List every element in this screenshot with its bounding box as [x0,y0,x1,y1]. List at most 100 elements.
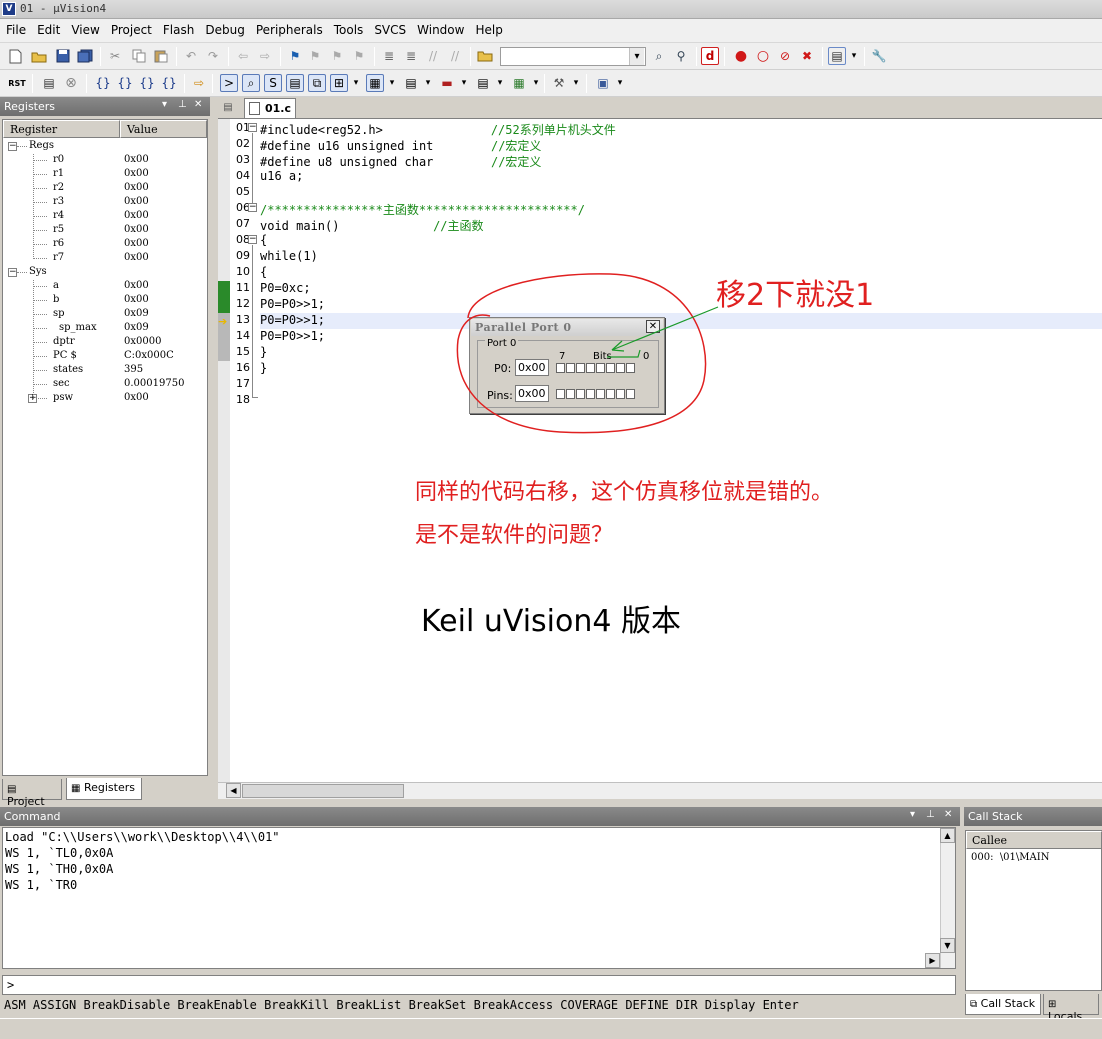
trace-window-icon[interactable]: ▤ [474,74,492,92]
find-in-files-icon[interactable] [476,47,494,65]
register-value[interactable]: 0x00 [124,238,149,249]
open-folder-icon[interactable] [30,47,48,65]
panel-menu-icon[interactable]: ▾ [910,809,915,820]
configure-icon[interactable]: 🔧 [870,47,888,65]
p0-value-field[interactable]: 0x00 [515,359,549,376]
pin-icon[interactable]: ⊥ [926,809,935,820]
p0-bit-checkbox[interactable] [586,363,595,373]
command-vertical-scrollbar[interactable]: ▲ ▼ [940,828,955,968]
register-value[interactable]: 395 [124,364,143,375]
tab-registers[interactable]: ▦ Registers [66,778,142,800]
step-over-icon[interactable]: {} [116,74,134,92]
scroll-down-icon[interactable]: ▼ [940,938,955,953]
collapse-toggle-icon[interactable]: − [8,142,17,151]
memory-dropdown-icon[interactable]: ▾ [386,74,398,92]
pins-bit-checkbox[interactable] [576,389,585,399]
nav-back-icon[interactable]: ⇦ [234,47,252,65]
disable-all-breakpoints-icon[interactable]: ⊘ [776,47,794,65]
find-icon[interactable]: ⌕ [650,47,668,65]
analysis-window-icon[interactable]: ▬ [438,74,456,92]
register-value[interactable]: 0x00 [124,154,149,165]
collapse-toggle-icon[interactable]: − [8,268,17,277]
memory-window-icon[interactable]: ▦ [366,74,384,92]
register-value[interactable]: 0x00 [124,252,149,263]
p0-bit-checkbox[interactable] [566,363,575,373]
register-value[interactable]: 0x00 [124,280,149,291]
menu-view[interactable]: View [65,19,104,37]
register-value[interactable]: 0x09 [124,308,149,319]
column-register[interactable]: Register [3,120,120,138]
command-window-icon[interactable]: > [220,74,238,92]
p0-bit-checkbox[interactable] [596,363,605,373]
toolbox-dropdown-icon[interactable]: ▾ [570,74,582,92]
code-line[interactable]: } [260,345,267,361]
register-group-0[interactable]: − Regs [3,140,207,154]
debug-windows-dropdown-icon[interactable]: ▾ [614,74,626,92]
register-value[interactable]: 0x00 [124,294,149,305]
pins-bit-checkbox[interactable] [586,389,595,399]
save-all-icon[interactable] [76,47,94,65]
tab-project[interactable]: ▤ Project [2,779,62,808]
p0-bit-checkbox[interactable] [576,363,585,373]
prev-bookmark-icon[interactable]: ⚑ [306,47,324,65]
scroll-right-icon[interactable]: ▶ [925,953,940,968]
fold-toggle-main[interactable]: − [248,235,257,244]
call-stack-window-icon[interactable]: ⧉ [308,74,326,92]
serial-dropdown-icon[interactable]: ▾ [422,74,434,92]
pins-bit-checkbox[interactable] [606,389,615,399]
code-line[interactable]: P0=P0>>1; [260,329,325,345]
horizontal-scroll-thumb[interactable] [242,784,404,798]
register-value[interactable]: 0x09 [124,322,149,333]
menu-project[interactable]: Project [105,19,157,37]
pins-bit-checkbox[interactable] [566,389,575,399]
nav-forward-icon[interactable]: ⇨ [256,47,274,65]
code-line[interactable]: #define u16 unsigned int //宏定义 [260,137,541,153]
indent-icon[interactable]: ≣ [380,47,398,65]
kill-all-breakpoints-icon[interactable]: ✖ [798,47,816,65]
tab-call-stack[interactable]: ⧉ Call Stack [965,994,1041,1015]
p0-bit-checkbox[interactable] [556,363,565,373]
register-value[interactable]: 0x00 [124,392,149,403]
disassembly-window-icon[interactable]: ⌕ [242,74,260,92]
scroll-left-icon[interactable]: ◀ [226,783,241,798]
unindent-icon[interactable]: ≣ [402,47,420,65]
code-line[interactable]: /****************主函数********************… [260,201,585,217]
pins-bit-checkbox[interactable] [556,389,565,399]
register-group-1[interactable]: − Sys [3,266,207,280]
stop-icon[interactable]: ⊗ [62,74,80,92]
register-value[interactable]: 0x00 [124,224,149,235]
dialog-close-button[interactable]: ✕ [646,320,660,333]
pin-icon[interactable]: ⊥ [178,99,187,110]
code-editor[interactable]: ➔ 01 #include<reg52.h> //52系列单片机头文件 02 #defi… [218,118,1102,783]
menu-file[interactable]: File [0,19,31,37]
menu-window[interactable]: Window [411,19,469,37]
code-line[interactable]: #define u8 unsigned char //宏定义 [260,153,541,169]
menu-svcs[interactable]: SVCS [368,19,411,37]
fold-toggle-include[interactable]: − [248,123,257,132]
new-file-icon[interactable] [6,47,24,65]
redo-icon[interactable]: ↷ [204,47,222,65]
watch-dropdown-icon[interactable]: ▾ [350,74,362,92]
watch-window-icon[interactable]: ⊞ [330,74,348,92]
menu-edit[interactable]: Edit [31,19,65,37]
show-next-statement-icon[interactable]: ⇨ [190,74,208,92]
p0-bit-checkbox[interactable] [606,363,615,373]
serial-window-icon[interactable]: ▤ [402,74,420,92]
code-line[interactable]: while(1) [260,249,318,265]
run-icon[interactable]: ▤ [40,74,58,92]
pins-bit-checkbox[interactable] [626,389,635,399]
insert-breakpoint-icon[interactable]: ● [732,47,750,65]
save-icon[interactable] [54,47,72,65]
register-value[interactable]: 0x00 [124,168,149,179]
trace-dropdown-icon[interactable]: ▾ [494,74,506,92]
paste-icon[interactable] [152,47,170,65]
comment-icon[interactable]: // [424,47,442,65]
pins-bit-checkbox[interactable] [596,389,605,399]
pins-bit-checkbox[interactable] [616,389,625,399]
cut-icon[interactable]: ✂ [106,47,124,65]
editor-horizontal-scrollbar[interactable]: ◀ [218,782,1102,799]
copy-icon[interactable] [130,47,148,65]
debug-windows-icon[interactable]: ▣ [594,74,612,92]
code-line[interactable]: { [260,233,267,249]
debug-session-icon[interactable]: d [701,47,719,65]
